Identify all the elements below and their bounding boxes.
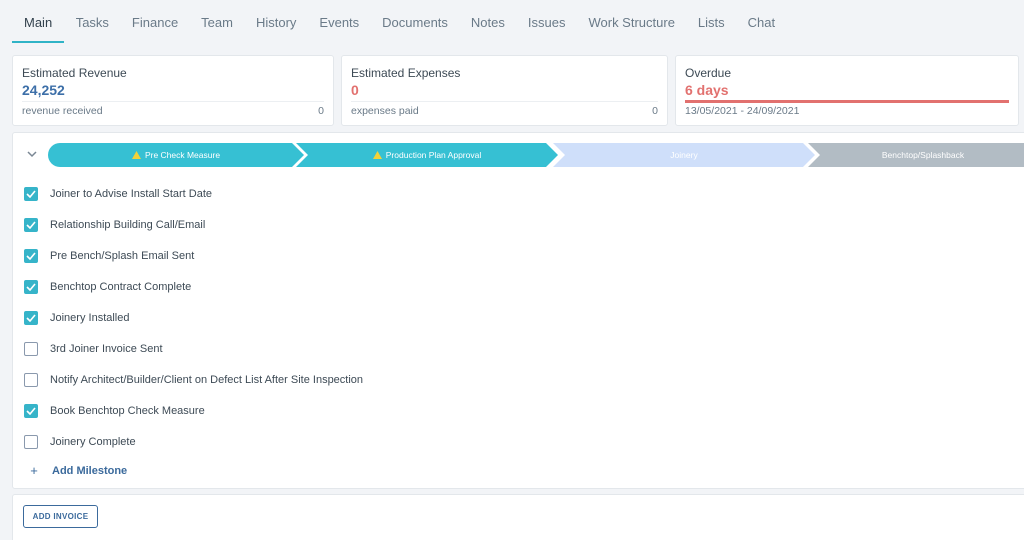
revenue-card: Estimated Revenue 24,252 revenue receive… xyxy=(12,55,334,126)
milestone-label: Joiner to Advise Install Start Date xyxy=(50,188,213,200)
check-icon xyxy=(26,252,36,260)
stage-label: Benchtop/Splashback xyxy=(881,150,965,160)
checkbox-unchecked[interactable] xyxy=(24,373,38,387)
milestone-item[interactable]: Joinery Complete xyxy=(24,434,136,450)
warning-icon xyxy=(372,151,382,159)
tab-finance[interactable]: Finance xyxy=(120,0,189,43)
plus-icon: + xyxy=(30,463,38,478)
milestone-label: 3rd Joiner Invoice Sent xyxy=(50,343,163,355)
stage-label: Pre Check Measure xyxy=(144,150,221,160)
checkbox-unchecked[interactable] xyxy=(24,435,38,449)
stage-pre-check-measure[interactable]: Pre Check Measure xyxy=(48,143,304,167)
stage-joinery[interactable]: Joinery xyxy=(553,143,815,167)
overdue-card: Overdue 6 days 13/05/2021 - 24/09/2021 xyxy=(675,55,1019,126)
expenses-value: 0 xyxy=(351,82,359,98)
stage-label: Production Plan Approval xyxy=(385,150,482,160)
expenses-title: Estimated Expenses xyxy=(351,66,461,80)
check-icon xyxy=(26,283,36,291)
check-icon xyxy=(26,190,36,198)
overdue-date-range: 13/05/2021 - 24/09/2021 xyxy=(685,105,800,117)
milestone-item[interactable]: Relationship Building Call/Email xyxy=(24,217,205,233)
tab-tasks[interactable]: Tasks xyxy=(64,0,120,43)
tab-bar: Main Tasks Finance Team History Events D… xyxy=(12,0,787,43)
check-icon xyxy=(26,314,36,322)
checkbox-checked[interactable] xyxy=(24,218,38,232)
milestone-label: Benchtop Contract Complete xyxy=(50,281,192,293)
milestone-item[interactable]: Benchtop Contract Complete xyxy=(24,279,191,295)
milestone-item[interactable]: 3rd Joiner Invoice Sent xyxy=(24,341,163,357)
tab-events[interactable]: Events xyxy=(308,0,371,43)
tab-main[interactable]: Main xyxy=(12,0,65,43)
revenue-divider xyxy=(22,101,324,102)
tab-lists[interactable]: Lists xyxy=(686,0,736,43)
check-icon xyxy=(26,407,36,415)
add-invoice-button[interactable]: ADD INVOICE xyxy=(23,505,98,528)
chevron-down-icon[interactable] xyxy=(25,147,39,161)
tab-documents[interactable]: Documents xyxy=(371,0,460,43)
tab-issues[interactable]: Issues xyxy=(516,0,577,43)
tab-notes[interactable]: Notes xyxy=(459,0,516,43)
milestone-label: Relationship Building Call/Email xyxy=(50,219,206,231)
milestone-panel: Pre Check Measure Production Plan Approv… xyxy=(12,132,1024,489)
revenue-received-count: 0 xyxy=(318,105,324,117)
milestone-item[interactable]: Joinery Installed xyxy=(24,310,130,326)
tab-work-structure[interactable]: Work Structure xyxy=(577,0,686,43)
add-milestone-label: Add Milestone xyxy=(52,464,128,477)
stage-label: Joinery xyxy=(670,150,698,160)
milestone-label: Joinery Installed xyxy=(50,312,130,324)
milestone-item[interactable]: Joiner to Advise Install Start Date xyxy=(24,186,212,202)
milestone-label: Book Benchtop Check Measure xyxy=(50,405,205,417)
invoice-section: ADD INVOICE xyxy=(12,494,1024,540)
overdue-title: Overdue xyxy=(685,66,732,80)
stage-benchtop-splashback[interactable]: Benchtop/Splashback xyxy=(808,143,1024,167)
revenue-title: Estimated Revenue xyxy=(22,66,127,80)
checkbox-checked[interactable] xyxy=(24,404,38,418)
check-icon xyxy=(26,221,36,229)
expenses-divider xyxy=(351,101,658,102)
milestone-label: Joinery Complete xyxy=(50,436,136,448)
milestone-item[interactable]: Notify Architect/Builder/Client on Defec… xyxy=(24,372,363,388)
overdue-value: 6 days xyxy=(685,82,729,98)
checkbox-checked[interactable] xyxy=(24,249,38,263)
revenue-value: 24,252 xyxy=(22,82,65,98)
add-milestone-button[interactable]: + Add Milestone xyxy=(27,463,127,478)
checkbox-unchecked[interactable] xyxy=(24,342,38,356)
warning-icon xyxy=(131,151,141,159)
tab-chat[interactable]: Chat xyxy=(736,0,786,43)
milestone-label: Notify Architect/Builder/Client on Defec… xyxy=(50,374,364,386)
tab-team[interactable]: Team xyxy=(190,0,245,43)
expenses-paid-count: 0 xyxy=(652,105,658,117)
overdue-progress-bar xyxy=(685,100,1009,103)
revenue-received-label: revenue received xyxy=(22,105,103,117)
checkbox-checked[interactable] xyxy=(24,311,38,325)
expenses-card: Estimated Expenses 0 expenses paid 0 xyxy=(341,55,668,126)
checkbox-checked[interactable] xyxy=(24,280,38,294)
expenses-paid-label: expenses paid xyxy=(351,105,419,117)
checkbox-checked[interactable] xyxy=(24,187,38,201)
milestone-item[interactable]: Book Benchtop Check Measure xyxy=(24,403,205,419)
milestone-label: Pre Bench/Splash Email Sent xyxy=(50,250,195,262)
tab-history[interactable]: History xyxy=(244,0,307,43)
stage-production-plan-approval[interactable]: Production Plan Approval xyxy=(296,143,558,167)
milestone-item[interactable]: Pre Bench/Splash Email Sent xyxy=(24,248,194,264)
